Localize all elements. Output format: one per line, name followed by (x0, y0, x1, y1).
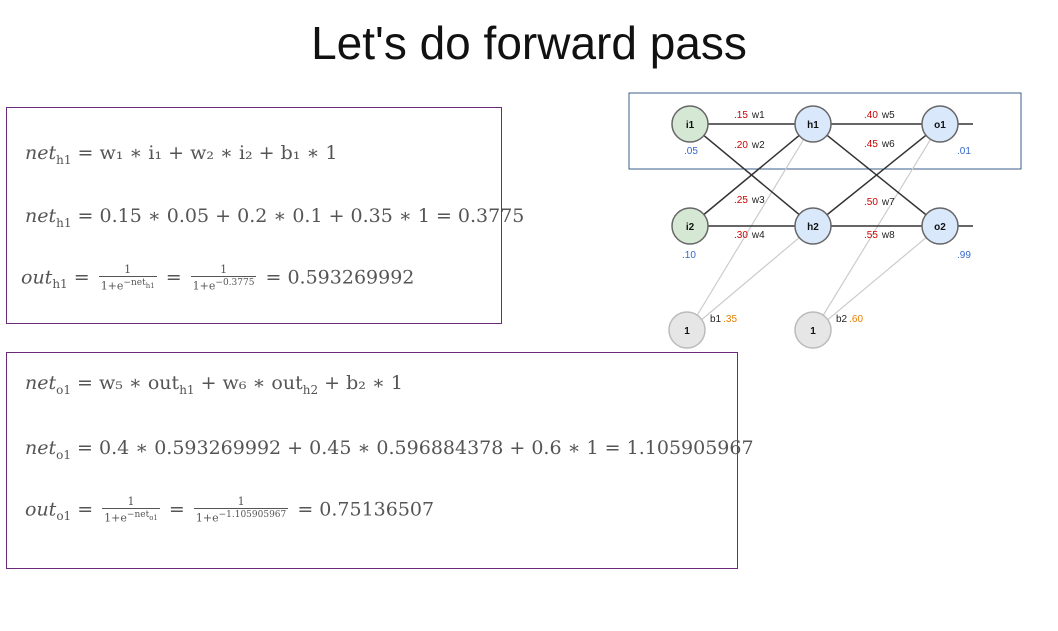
w2-value: .20 (734, 140, 748, 151)
neural-network-diagram: i1 i2 h1 h2 o1 o2 1 1 .05 .10 .01 .99 .1… (628, 92, 1022, 349)
svg-text:b2.60: b2.60 (836, 314, 863, 325)
sigmoid-fraction-symbolic: 1 1+e−neth1 (98, 263, 157, 293)
svg-text:.25w3: .25 w3 (734, 195, 765, 206)
out-o1-calculation: outo1 = 1 1+e−neto1 = 1 1+e−1.105905967 … (25, 495, 435, 525)
label-b2-node: 1 (810, 326, 816, 337)
w4-name: w4 (751, 230, 765, 241)
w1-name: w1 (751, 110, 765, 121)
label-b1-node: 1 (684, 326, 690, 337)
w6-name: w6 (881, 139, 895, 150)
sigmoid-fraction-numeric-o1: 1 1+e−1.105905967 (193, 495, 289, 525)
svg-text:.30w4: .30 w4 (734, 230, 765, 241)
b2-name: b2 (836, 314, 848, 325)
svg-text:.20w2: .20 w2 (734, 140, 765, 151)
w3-name: w3 (751, 195, 765, 206)
w3-value: .25 (734, 195, 748, 206)
label-i2: i2 (686, 222, 695, 233)
out-h1-calculation: outh1 = 1 1+e−neth1 = 1 1+e−0.3775 = 0.5… (21, 263, 415, 293)
label-i1: i1 (686, 120, 695, 131)
hidden-layer-equations-box: neth1 = w₁ ∗ i₁ + w₂ ∗ i₂ + b₁ ∗ 1 neth1… (6, 107, 524, 324)
net-h1-calculation: neth1 = 0.15 ∗ 0.05 + 0.2 ∗ 0.1 + 0.35 ∗… (25, 205, 525, 230)
w5-value: .40 (864, 110, 878, 121)
b2-value: .60 (849, 314, 863, 325)
svg-text:.15w1: .15 w1 (734, 110, 765, 121)
net-o1-formula: neto1 = w₅ ∗ outh1 + w₆ ∗ outh2 + b₂ ∗ 1 (25, 372, 403, 397)
w4-value: .30 (734, 230, 748, 241)
b1-value: .35 (723, 314, 737, 325)
w8-name: w8 (881, 230, 895, 241)
w2-name: w2 (751, 140, 765, 151)
net-o1-calculation: neto1 = 0.4 ∗ 0.593269992 + 0.45 ∗ 0.596… (25, 437, 754, 462)
sigmoid-fraction-symbolic-o1: 1 1+e−neto1 (102, 495, 160, 525)
svg-text:.45w6: .45 w6 (864, 139, 895, 150)
w8-value: .55 (864, 230, 878, 241)
w7-name: w7 (881, 197, 895, 208)
label-o2: o2 (934, 222, 946, 233)
b1-name: b1 (710, 314, 722, 325)
w7-value: .50 (864, 197, 878, 208)
net-h1-formula: neth1 = w₁ ∗ i₁ + w₂ ∗ i₂ + b₁ ∗ 1 (25, 142, 338, 167)
label-h2: h2 (807, 222, 819, 233)
w5-name: w5 (881, 110, 895, 121)
svg-text:b1.35: b1.35 (710, 314, 737, 325)
w1-value: .15 (734, 110, 748, 121)
svg-text:.50w7: .50 w7 (864, 197, 895, 208)
label-h1: h1 (807, 120, 819, 131)
input-value-i1: .05 (684, 146, 698, 157)
svg-text:.55w8: .55 w8 (864, 230, 895, 241)
input-value-i2: .10 (682, 250, 696, 261)
sigmoid-fraction-numeric: 1 1+e−0.3775 (190, 263, 257, 293)
label-o1: o1 (934, 120, 946, 131)
svg-text:.40w5: .40 w5 (864, 110, 895, 121)
target-value-o2: .99 (957, 250, 971, 261)
slide-title: Let's do forward pass (311, 17, 747, 69)
output-layer-equations-box: neto1 = w₅ ∗ outh1 + w₆ ∗ outh2 + b₂ ∗ 1… (6, 352, 754, 569)
target-value-o1: .01 (957, 146, 971, 157)
w6-value: .45 (864, 139, 878, 150)
